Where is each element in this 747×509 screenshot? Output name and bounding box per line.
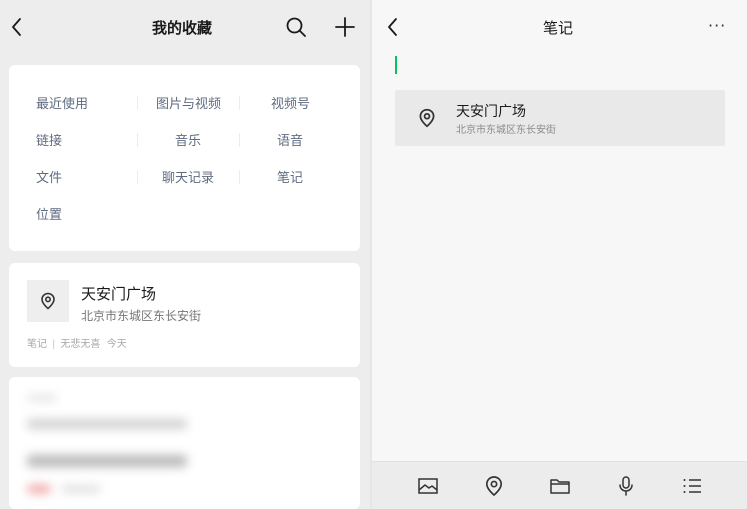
page-title: 我的收藏 <box>151 19 212 37</box>
location-pin-icon <box>41 292 55 310</box>
location-name: 天安门广场 <box>456 104 526 120</box>
favorite-thumbnail <box>27 280 69 322</box>
blurred-content <box>27 395 57 401</box>
location-address: 北京市东城区东长安街 <box>456 125 556 136</box>
divider <box>137 96 138 110</box>
plus-icon[interactable] <box>333 15 357 39</box>
divider <box>239 170 240 184</box>
favorite-address: 北京市东城区东长安街 <box>81 309 202 323</box>
list-icon[interactable] <box>680 474 704 498</box>
favorite-time: 今天 <box>106 339 127 350</box>
category-notes[interactable]: 笔记 <box>277 167 303 186</box>
favorites-header: 我的收藏 <box>0 0 370 54</box>
divider <box>239 96 240 110</box>
category-location[interactable]: 位置 <box>36 204 62 223</box>
category-photos-videos[interactable]: 图片与视频 <box>156 93 221 112</box>
favorite-source: 无悲无喜 <box>60 339 101 350</box>
category-files[interactable]: 文件 <box>36 167 62 186</box>
blurred-content <box>61 485 101 493</box>
favorite-meta: 笔记 | 无悲无喜 今天 <box>27 335 127 350</box>
location-pin-icon[interactable] <box>482 474 506 498</box>
note-title: 笔记 <box>542 19 573 37</box>
search-icon[interactable] <box>284 15 308 39</box>
category-links[interactable]: 链接 <box>36 130 62 149</box>
image-icon[interactable] <box>416 474 440 498</box>
blurred-content <box>27 419 187 429</box>
category-music[interactable]: 音乐 <box>175 130 201 149</box>
folder-icon[interactable] <box>548 474 572 498</box>
app-root: 我的收藏 最近使用 图片与视频 视频号 链接 音乐 语音 文件 聊天记录 笔记 … <box>0 0 747 509</box>
blurred-favorite-item[interactable] <box>9 377 360 509</box>
meta-separator: | <box>52 339 56 350</box>
location-card[interactable]: 天安门广场 北京市东城区东长安街 <box>395 90 725 146</box>
location-pin-icon <box>419 108 435 128</box>
category-grid: 最近使用 图片与视频 视频号 链接 音乐 语音 文件 聊天记录 笔记 位置 <box>9 65 360 251</box>
text-cursor[interactable] <box>395 56 397 74</box>
favorites-panel: 我的收藏 最近使用 图片与视频 视频号 链接 音乐 语音 文件 聊天记录 笔记 … <box>0 0 370 509</box>
editor-toolbar <box>372 461 747 509</box>
blurred-content <box>27 455 187 467</box>
microphone-icon[interactable] <box>614 474 638 498</box>
favorite-item[interactable]: 天安门广场 北京市东城区东长安街 笔记 | 无悲无喜 今天 <box>9 263 360 367</box>
divider <box>239 133 240 147</box>
divider <box>137 170 138 184</box>
note-header: 笔记 ··· <box>372 0 747 54</box>
category-recent[interactable]: 最近使用 <box>36 93 88 112</box>
category-channels[interactable]: 视频号 <box>271 93 310 112</box>
favorite-type: 笔记 <box>27 339 47 350</box>
divider <box>137 133 138 147</box>
category-voice[interactable]: 语音 <box>277 130 303 149</box>
more-options-icon[interactable]: ··· <box>708 16 726 35</box>
favorite-title: 天安门广场 <box>81 285 157 303</box>
note-panel: 笔记 ··· 天安门广场 北京市东城区东长安街 <box>372 0 747 509</box>
category-chat-history[interactable]: 聊天记录 <box>162 167 214 186</box>
blurred-content <box>27 485 51 493</box>
